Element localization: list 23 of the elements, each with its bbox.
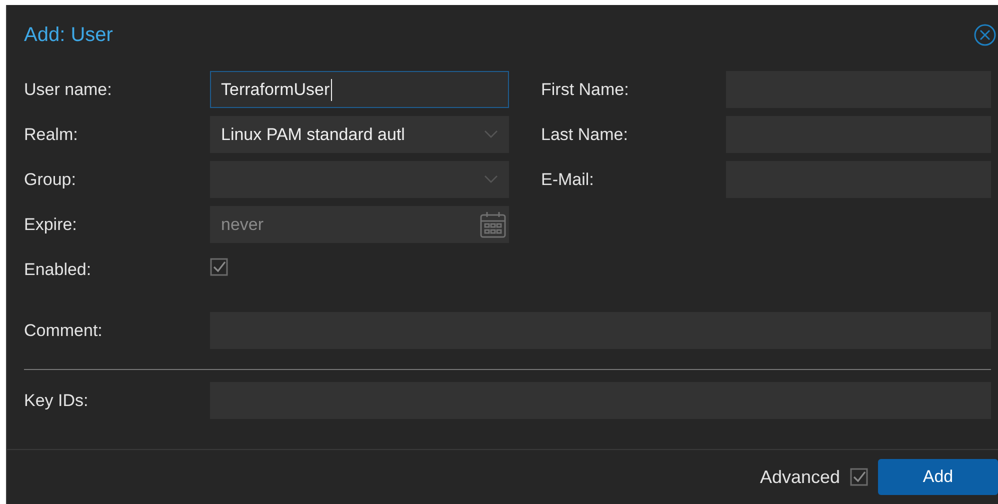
checkbox[interactable] bbox=[850, 468, 868, 486]
dropdown-field[interactable] bbox=[210, 161, 509, 198]
field-label: Group: bbox=[24, 170, 77, 190]
date-field[interactable]: never bbox=[210, 206, 509, 243]
chevron-down-icon bbox=[484, 130, 498, 139]
checkbox[interactable] bbox=[210, 258, 228, 276]
calendar-icon[interactable] bbox=[480, 210, 506, 238]
window-title: Add: User bbox=[24, 24, 113, 46]
chevron-down-icon bbox=[484, 175, 498, 184]
field-label: Last Name: bbox=[541, 124, 629, 144]
field-label: Enabled: bbox=[24, 260, 92, 280]
dropdown-field[interactable]: Linux PAM standard autl bbox=[210, 116, 509, 153]
field-label: Expire: bbox=[24, 214, 78, 234]
field-label: Key IDs: bbox=[24, 390, 90, 410]
field-label: Realm: bbox=[24, 124, 79, 144]
close-icon[interactable] bbox=[974, 24, 996, 46]
field-label: E-Mail: bbox=[541, 170, 595, 190]
field-label: First Name: bbox=[541, 80, 630, 100]
field-label: User name: bbox=[24, 80, 113, 100]
advanced-label: Advanced bbox=[760, 466, 840, 488]
text-field[interactable]: TerraformUser bbox=[210, 71, 509, 108]
field-label: Comment: bbox=[24, 320, 104, 340]
add-button[interactable]: Add bbox=[878, 459, 998, 495]
